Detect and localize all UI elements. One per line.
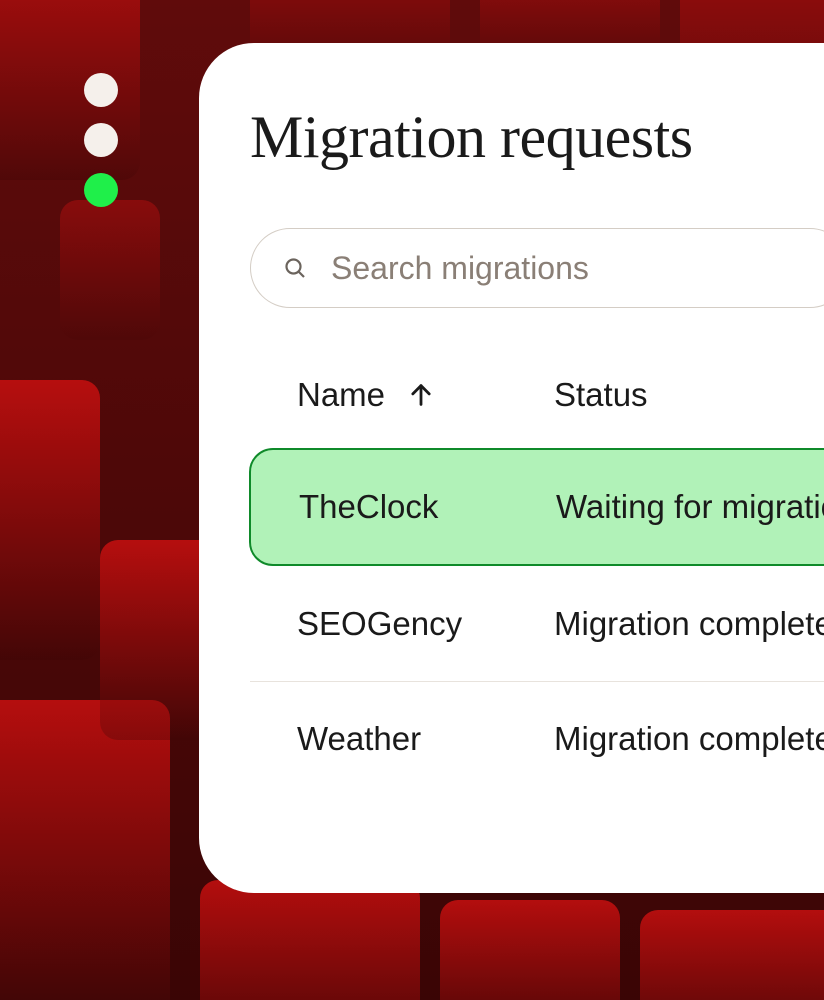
header-name-label: Name: [297, 376, 385, 414]
cell-name: SEOGency: [297, 605, 554, 643]
cell-name: TheClock: [299, 488, 556, 526]
search-container: [250, 228, 824, 308]
indicator-dots: [84, 73, 118, 207]
page-title: Migration requests: [250, 103, 824, 172]
migrations-table: Name Status TheClock Waiting for migrati…: [250, 376, 824, 796]
cell-status: Migration complete: [554, 605, 824, 643]
search-input[interactable]: [250, 228, 824, 308]
search-icon: [283, 256, 307, 280]
indicator-dot-3[interactable]: [84, 173, 118, 207]
main-panel: Migration requests Name Status: [199, 43, 824, 893]
column-header-name[interactable]: Name: [297, 376, 554, 414]
indicator-dot-1[interactable]: [84, 73, 118, 107]
table-row[interactable]: Weather Migration complete: [250, 681, 824, 796]
cell-status: Waiting for migration: [556, 488, 824, 526]
header-status-label: Status: [554, 376, 648, 413]
table-row[interactable]: TheClock Waiting for migration: [249, 448, 824, 566]
sort-ascending-icon: [407, 381, 435, 409]
table-header: Name Status: [250, 376, 824, 448]
cell-name: Weather: [297, 720, 554, 758]
cell-status: Migration complete: [554, 720, 824, 758]
indicator-dot-2[interactable]: [84, 123, 118, 157]
table-row[interactable]: SEOGency Migration complete: [250, 567, 824, 681]
column-header-status[interactable]: Status: [554, 376, 824, 414]
